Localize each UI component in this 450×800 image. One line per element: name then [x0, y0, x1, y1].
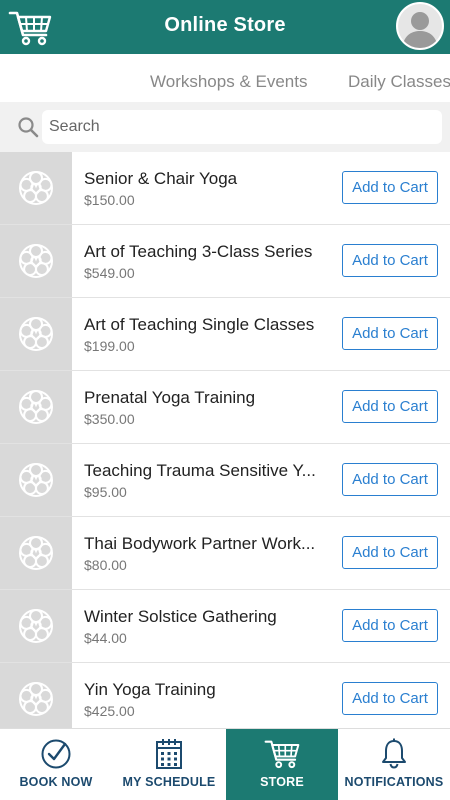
product-thumbnail	[0, 517, 72, 589]
lotus-logo-icon	[19, 244, 53, 278]
avatar[interactable]	[396, 2, 444, 50]
list-item[interactable]: Thai Bodywork Partner Work... $80.00 Add…	[0, 517, 450, 590]
product-name: Teaching Trauma Sensitive Y...	[84, 461, 316, 480]
category-tabs: Workshops & Events Daily Classes	[0, 54, 450, 102]
add-to-cart-button[interactable]: Add to Cart	[342, 171, 438, 204]
list-item[interactable]: Yin Yoga Training $425.00 Add to Cart	[0, 663, 450, 728]
nav-my-schedule[interactable]: MY SCHEDULE	[112, 729, 226, 800]
list-item[interactable]: Art of Teaching Single Classes $199.00 A…	[0, 298, 450, 371]
lotus-logo-icon	[19, 171, 53, 205]
product-list: Senior & Chair Yoga $150.00 Add to Cart …	[0, 152, 450, 728]
product-thumbnail	[0, 590, 72, 662]
list-item[interactable]: Teaching Trauma Sensitive Y... $95.00 Ad…	[0, 444, 450, 517]
shopping-cart-icon	[264, 740, 300, 769]
product-price: $44.00	[84, 630, 127, 646]
product-price: $80.00	[84, 557, 127, 573]
page-title: Online Store	[164, 14, 286, 36]
product-price: $150.00	[84, 192, 135, 208]
product-name: Prenatal Yoga Training	[84, 388, 256, 407]
product-thumbnail	[0, 663, 72, 728]
product-name: Senior & Chair Yoga	[84, 169, 238, 188]
product-thumbnail	[0, 152, 72, 224]
product-thumbnail	[0, 225, 72, 297]
product-name: Thai Bodywork Partner Work...	[84, 534, 316, 553]
checkmark-circle-icon	[41, 739, 71, 769]
lotus-logo-icon	[19, 317, 53, 351]
lotus-logo-icon	[19, 682, 53, 716]
list-item[interactable]: Senior & Chair Yoga $150.00 Add to Cart	[0, 152, 450, 225]
add-to-cart-button[interactable]: Add to Cart	[342, 609, 438, 642]
lotus-logo-icon	[19, 463, 53, 497]
bottom-nav: BOOK NOW MY SCHEDULE STORE NOTIFICATIONS	[0, 728, 450, 800]
product-price: $95.00	[84, 484, 127, 500]
nav-label: NOTIFICATIONS	[344, 775, 444, 789]
product-name: Winter Solstice Gathering	[84, 607, 277, 626]
nav-label: BOOK NOW	[19, 775, 93, 789]
search-icon	[18, 117, 39, 138]
list-item[interactable]: Prenatal Yoga Training $350.00 Add to Ca…	[0, 371, 450, 444]
search-input[interactable]	[42, 110, 442, 144]
lotus-logo-icon	[19, 609, 53, 643]
product-price: $549.00	[84, 265, 135, 281]
list-item[interactable]: Art of Teaching 3-Class Series $549.00 A…	[0, 225, 450, 298]
product-name: Yin Yoga Training	[84, 680, 216, 699]
nav-book-now[interactable]: BOOK NOW	[0, 729, 112, 800]
user-avatar-icon	[402, 12, 438, 48]
add-to-cart-button[interactable]: Add to Cart	[342, 682, 438, 715]
product-thumbnail	[0, 371, 72, 443]
nav-store[interactable]: STORE	[226, 729, 338, 800]
tab-daily-classes[interactable]: Daily Classes	[348, 72, 450, 92]
app-header: Online Store	[0, 0, 450, 54]
nav-notifications[interactable]: NOTIFICATIONS	[338, 729, 450, 800]
add-to-cart-button[interactable]: Add to Cart	[342, 390, 438, 423]
product-price: $199.00	[84, 338, 135, 354]
add-to-cart-button[interactable]: Add to Cart	[342, 536, 438, 569]
list-item[interactable]: Winter Solstice Gathering $44.00 Add to …	[0, 590, 450, 663]
nav-label: MY SCHEDULE	[122, 775, 216, 789]
product-thumbnail	[0, 298, 72, 370]
add-to-cart-button[interactable]: Add to Cart	[342, 244, 438, 277]
product-price: $425.00	[84, 703, 135, 719]
tab-workshops-events[interactable]: Workshops & Events	[150, 72, 307, 92]
nav-label: STORE	[260, 775, 304, 789]
lotus-logo-icon	[19, 536, 53, 570]
bell-icon	[382, 738, 406, 769]
product-name: Art of Teaching Single Classes	[84, 315, 315, 334]
search-bar	[0, 102, 450, 152]
product-thumbnail	[0, 444, 72, 516]
add-to-cart-button[interactable]: Add to Cart	[342, 317, 438, 350]
calendar-icon	[156, 739, 182, 769]
product-name: Art of Teaching 3-Class Series	[84, 242, 313, 261]
lotus-logo-icon	[19, 390, 53, 424]
add-to-cart-button[interactable]: Add to Cart	[342, 463, 438, 496]
product-price: $350.00	[84, 411, 135, 427]
